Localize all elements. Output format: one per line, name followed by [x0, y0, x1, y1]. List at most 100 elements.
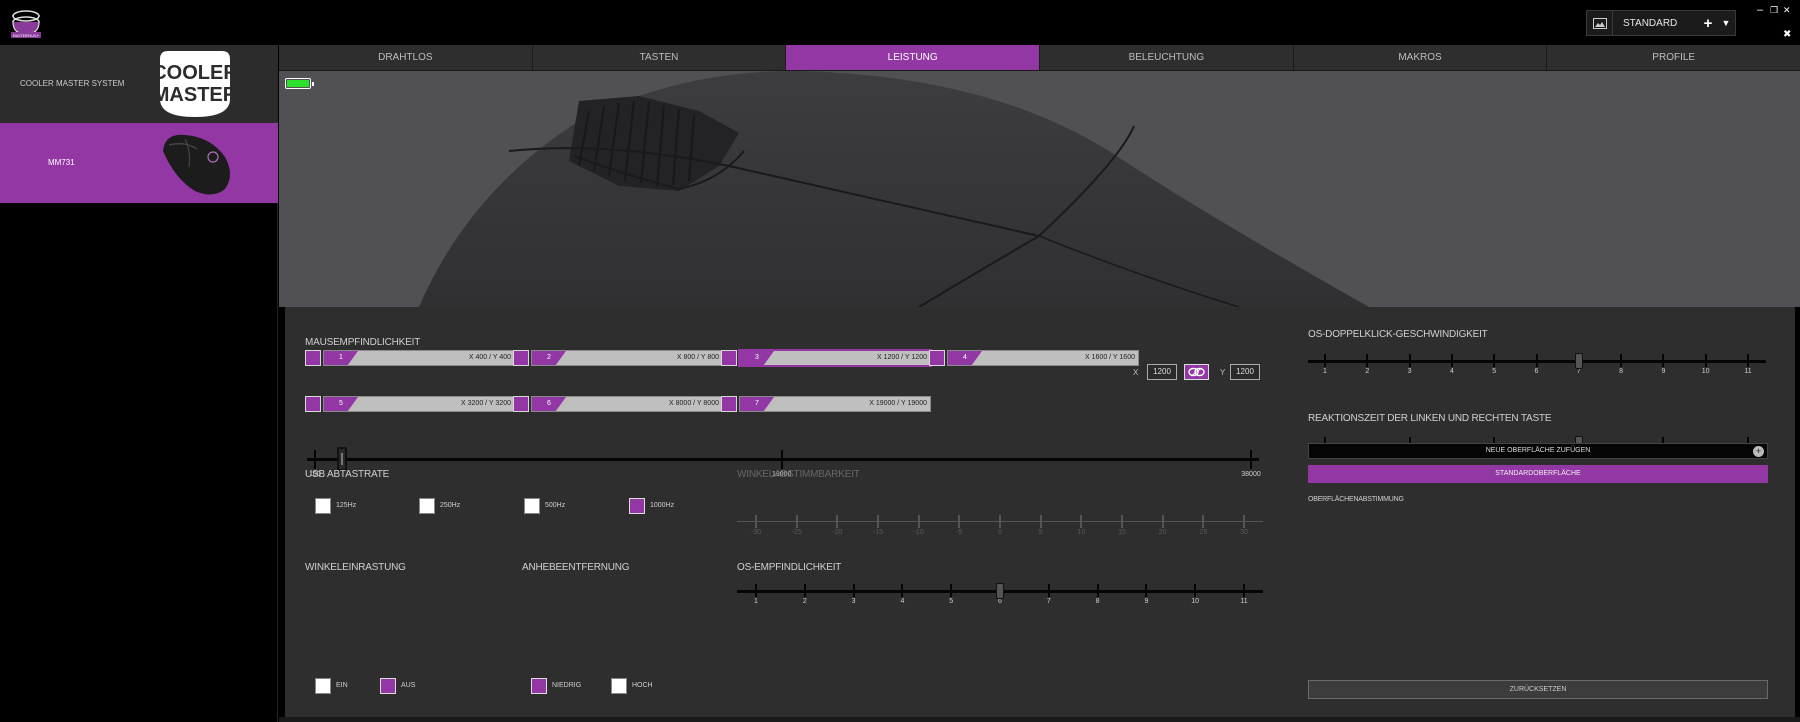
- slider-tick-label: 7: [1576, 368, 1581, 375]
- slider-tick: [1202, 522, 1205, 528]
- tab-makros[interactable]: MAKROS: [1294, 45, 1548, 70]
- dpi-stage-5[interactable]: 5 X 3200 / Y 3200: [323, 396, 515, 412]
- device-sidebar: COOLER MASTER SYSTEM COOLER MASTER MM731: [0, 45, 278, 722]
- add-profile-icon[interactable]: +: [1699, 15, 1717, 32]
- slider-tick-label: 10: [1191, 598, 1200, 605]
- masterplus-logo[interactable]: MASTERPLUS+: [8, 6, 44, 42]
- sensitivity-title: MAUSEMPFINDLICHKEIT: [305, 337, 421, 348]
- surface-title: OBERFLÄCHENABSTIMMUNG: [1308, 496, 1404, 503]
- reset-button[interactable]: ZURÜCKSETZEN: [1308, 680, 1768, 699]
- slider-tick-label: -5: [956, 529, 963, 536]
- dpi-stage-6-toggle[interactable]: [513, 396, 529, 412]
- lift-off-title: ANHEBEENTFERNUNG: [522, 562, 630, 573]
- tab-bar: DRAHTLOS TASTEN LEISTUNG BELEUCHTUNG MAK…: [279, 45, 1800, 71]
- standard-surface-button[interactable]: STANDARDOBERFLÄCHE: [1308, 465, 1768, 483]
- usb-rate-option-2-checkbox[interactable]: [524, 498, 540, 514]
- dpi-stage-number: 1: [324, 351, 358, 365]
- os-sensitivity-title: OS-EMPFINDLICHKEIT: [737, 562, 842, 573]
- slider-tick: [836, 522, 839, 528]
- dpi-stage-value: X 1600 / Y 1600: [1085, 354, 1135, 361]
- dpi-stage-number: 4: [948, 351, 982, 365]
- dpi-stage-3[interactable]: 3 X 1200 / Y 1200: [739, 350, 931, 366]
- angle-snapping-option-1-checkbox[interactable]: [380, 678, 396, 694]
- dpi-stage-3-toggle[interactable]: [721, 350, 737, 366]
- slider-tick-label: 8: [1095, 598, 1100, 605]
- usb-rate-option-0-checkbox[interactable]: [315, 498, 331, 514]
- y-dpi-input[interactable]: 1200: [1230, 364, 1260, 380]
- add-surface-icon[interactable]: +: [1753, 446, 1764, 457]
- cooler-master-logo: COOLER MASTER: [152, 49, 238, 119]
- slider-tick: [795, 522, 798, 528]
- dpi-stage-7[interactable]: 7 X 19000 / Y 19000: [739, 396, 931, 412]
- angle-snapping-option-0-checkbox[interactable]: [315, 678, 331, 694]
- top-bar: MASTERPLUS+ STANDARD + ▼ – ❐ ✕ ✖: [0, 0, 1800, 45]
- dpi-stage-number: 3: [740, 351, 774, 365]
- slider-tick-label: 9: [1144, 598, 1149, 605]
- dpi-stage-7-toggle[interactable]: [721, 396, 737, 412]
- dpi-stage-1[interactable]: 1 X 400 / Y 400: [323, 350, 515, 366]
- horizontal-scrollbar[interactable]: [279, 717, 1800, 722]
- tab-drahtlos[interactable]: DRAHTLOS: [279, 45, 533, 70]
- link-xy-button[interactable]: [1184, 364, 1209, 380]
- logo-line-2: MASTER: [153, 84, 238, 106]
- slider-thumb[interactable]: [1574, 353, 1583, 369]
- chevron-down-icon[interactable]: ▼: [1717, 18, 1735, 28]
- slider-tick-label: 38000: [1241, 471, 1261, 478]
- usb-rate-option-3-checkbox[interactable]: [629, 498, 645, 514]
- dpi-stage-5-toggle[interactable]: [305, 396, 321, 412]
- sidebar-item-mm731[interactable]: MM731: [0, 123, 278, 203]
- logo-text: MASTERPLUS+: [13, 34, 40, 38]
- dpi-stage-2[interactable]: 2 X 800 / Y 800: [531, 350, 723, 366]
- slider-thumb[interactable]: [337, 447, 348, 471]
- slider-tick-label: 4: [1449, 368, 1454, 375]
- app-window: MASTERPLUS+ STANDARD + ▼ – ❐ ✕ ✖ COOLER …: [0, 0, 1800, 722]
- sidebar-item-system[interactable]: COOLER MASTER SYSTEM COOLER MASTER: [0, 45, 278, 123]
- battery-fill: [287, 80, 309, 87]
- slider-thumb[interactable]: [996, 583, 1004, 599]
- dpi-stage-value: X 8000 / Y 8000: [669, 400, 719, 407]
- slider-track[interactable]: [307, 458, 1259, 461]
- close-icon[interactable]: ✕: [1783, 5, 1791, 16]
- slider-tick-label: 2: [802, 598, 807, 605]
- profile-image-icon[interactable]: [1587, 11, 1613, 35]
- tab-profile[interactable]: PROFILE: [1547, 45, 1800, 70]
- minimize-icon[interactable]: –: [1757, 5, 1763, 16]
- slider-tick-label: 0: [998, 529, 1002, 536]
- slider-tick: [1096, 591, 1099, 597]
- slider-tick-label: 3: [851, 598, 856, 605]
- dpi-stage-1-toggle[interactable]: [305, 350, 321, 366]
- slider-tick: [1408, 361, 1411, 367]
- lift-off-option-0-checkbox[interactable]: [531, 678, 547, 694]
- slider-tick: [1704, 361, 1707, 367]
- slider-tick: [1121, 522, 1123, 528]
- add-surface-field[interactable]: NEUE OBERFLÄCHE ZUFÜGEN +: [1308, 443, 1768, 459]
- lift-off-option-1-checkbox[interactable]: [611, 678, 627, 694]
- x-dpi-input[interactable]: 1200: [1147, 364, 1177, 380]
- slider-tick: [877, 522, 879, 528]
- dpi-stage-number: 2: [532, 351, 566, 365]
- profile-name[interactable]: STANDARD: [1613, 18, 1699, 29]
- tab-beleuchtung[interactable]: BELEUCHTUNG: [1040, 45, 1294, 70]
- slider-tick: [1080, 522, 1083, 528]
- battery-indicator: [285, 78, 314, 89]
- profile-selector[interactable]: STANDARD + ▼: [1586, 10, 1736, 36]
- dpi-stage-6[interactable]: 6 X 8000 / Y 8000: [531, 396, 723, 412]
- option-label: NIEDRIG: [552, 682, 582, 689]
- tab-tasten[interactable]: TASTEN: [533, 45, 787, 70]
- dpi-stage-4-toggle[interactable]: [929, 350, 945, 366]
- slider-tick-label: 15: [1118, 529, 1126, 536]
- dpi-stage-4[interactable]: 4 X 1600 / Y 1600: [947, 350, 1139, 366]
- restore-icon[interactable]: ❐: [1770, 5, 1778, 16]
- dpi-stage-number: 6: [532, 397, 566, 411]
- tab-leistung[interactable]: LEISTUNG: [786, 45, 1041, 70]
- close-app-icon[interactable]: ✖: [1783, 29, 1791, 40]
- slider-tick: [1535, 361, 1538, 367]
- dpi-stage-2-toggle[interactable]: [513, 350, 529, 366]
- slider-tick: [780, 459, 783, 469]
- angle-tuning-title: WINKELABSTIMMBARKEIT: [737, 469, 860, 480]
- slider-tick-label: -20: [832, 529, 843, 536]
- usb-rate-option-1-checkbox[interactable]: [419, 498, 435, 514]
- slider-tick-label: 25: [1199, 529, 1208, 536]
- usb-rate-title: USB ABTASTRATE: [305, 469, 390, 480]
- logo-line-1: COOLER: [152, 62, 238, 84]
